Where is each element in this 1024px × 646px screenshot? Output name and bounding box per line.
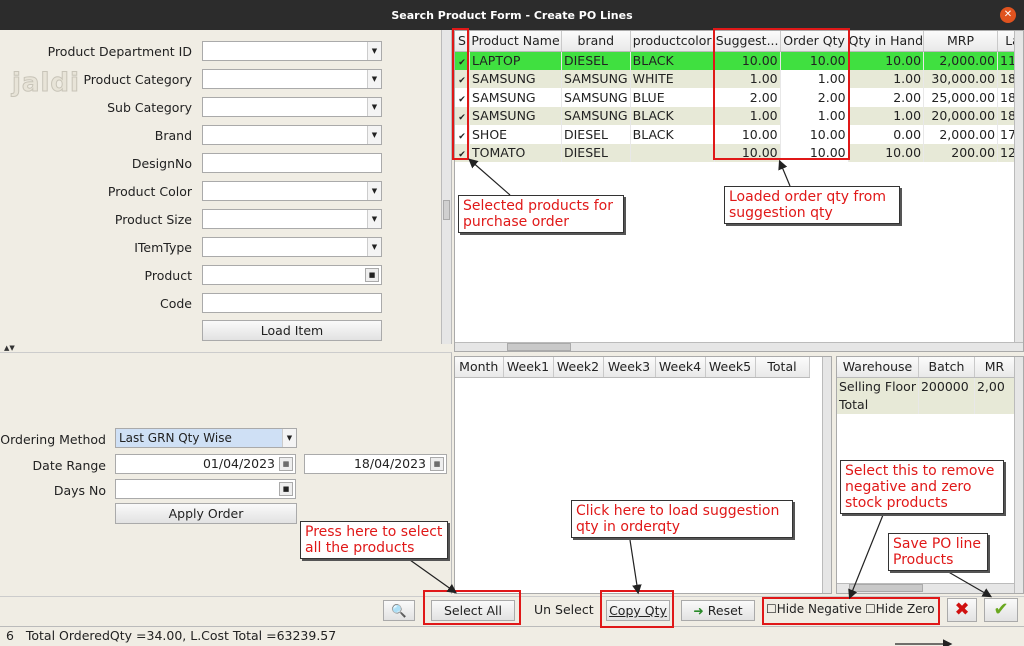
callout-save: Save PO line Products <box>888 533 988 571</box>
callout-select-all: Press here to select all the products <box>300 521 448 559</box>
callout-selected-products: Selected products for purchase order <box>458 195 624 233</box>
callout-hide: Select this to remove negative and zero … <box>840 460 1004 514</box>
callout-copy-qty: Click here to load suggestion qty in ord… <box>571 500 793 538</box>
callout-loaded-qty: Loaded order qty from suggestion qty <box>724 186 900 224</box>
annotation-arrows <box>409 158 993 646</box>
